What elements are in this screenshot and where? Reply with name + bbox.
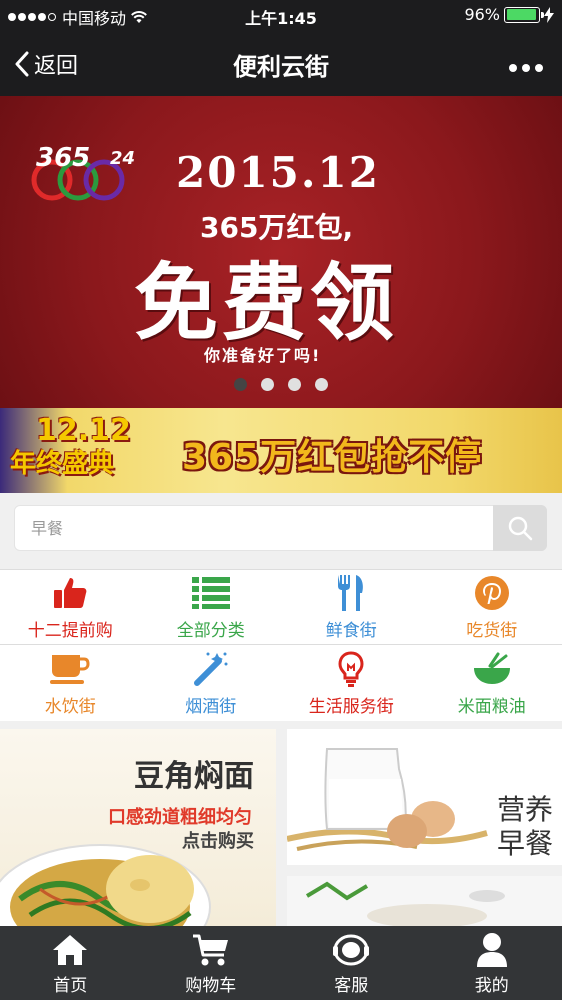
svg-text:24: 24 [110,148,135,169]
category-life-service[interactable]: 生活服务街 [281,645,422,721]
product-tile-breakfast[interactable]: 营养 早餐 [287,729,562,865]
promo-slogan: 365万红包抢不停 [182,437,483,478]
category-grid: 十二提前购 全部分类 鲜食街 吃货街 水饮街 烟酒街 生活服务街 米面粮油 [0,569,562,721]
category-label: 鲜食街 [325,620,377,641]
carousel-pager[interactable] [234,378,328,391]
banner-tagline: 你准备好了吗! [204,346,322,365]
promo-banner[interactable]: 12.12 年终盛典 365万红包抢不停 [0,408,562,493]
banner-carousel[interactable]: 365 24 2015.12 365万红包, 免费领 你准备好了吗! [0,96,562,408]
list-icon [191,574,231,612]
category-row: 水饮街 烟酒街 生活服务街 米面粮油 [0,645,562,721]
lightbulb-icon [331,650,371,688]
category-label: 烟酒街 [185,696,237,717]
tab-mine[interactable]: 我的 [422,926,562,1000]
brand-logo: 365 24 [31,144,135,201]
search-area [0,493,562,569]
tab-label: 我的 [474,975,509,996]
user-icon [472,931,512,969]
category-label: 水饮街 [44,696,96,717]
promo-event-label: 年终盛典 [10,449,115,479]
pager-dot[interactable] [234,378,247,391]
noodles-title: 豆角焖面 [134,759,254,794]
category-label: 十二提前购 [27,620,113,641]
noodles-cta: 点击购买 [182,831,254,852]
category-drinks[interactable]: 水饮街 [0,645,141,721]
tab-cart[interactable]: 购物车 [141,926,282,1000]
category-tobacco-wine[interactable]: 烟酒街 [141,645,282,721]
home-icon [50,931,90,969]
battery-icon [504,6,544,23]
category-label: 全部分类 [176,620,245,641]
tab-home[interactable]: 首页 [0,926,141,1000]
status-right: 96% [464,5,554,24]
bowl-icon [472,650,512,688]
promo-event: 12.12 年终盛典 [10,414,131,480]
more-dots-icon [509,64,543,72]
fork-knife-icon [331,574,371,612]
charging-bolt-icon [544,6,554,23]
category-label: 米面粮油 [457,696,526,717]
magic-wand-icon [191,650,231,688]
breakfast-title: 营养 早餐 [493,793,558,861]
svg-text:365: 365 [36,144,90,173]
product-tile-noodles[interactable]: 豆角焖面 口感劲道粗细均匀 点击购买 [0,729,276,929]
status-bar: 中国移动 上午1:45 96% [0,0,562,30]
pager-dot[interactable] [288,378,301,391]
product-tiles: 豆角焖面 口感劲道粗细均匀 点击购买 营养 早餐 [0,721,562,936]
battery-percent: 96% [464,5,500,24]
pager-dot[interactable] [315,378,328,391]
category-fresh[interactable]: 鲜食街 [281,570,422,644]
category-grain-oil[interactable]: 米面粮油 [422,645,562,721]
thumbs-up-icon [50,574,90,612]
category-foodie[interactable]: 吃货街 [422,570,562,644]
nav-bar: 返回 便利云街 [0,30,562,96]
category-row: 十二提前购 全部分类 鲜食街 吃货街 [0,569,562,645]
search-box [14,505,547,551]
banner-headline: 免费领 [134,254,399,352]
search-icon [508,516,533,541]
category-early-buy[interactable]: 十二提前购 [0,570,141,644]
coffee-cup-icon [50,650,90,688]
more-button[interactable] [508,50,544,80]
tab-label: 购物车 [185,975,237,996]
tab-bar: 首页 购物车 客服 我的 [0,926,562,1000]
search-input[interactable] [31,506,491,550]
tab-service[interactable]: 客服 [281,926,422,1000]
headset-icon [331,931,371,969]
category-all[interactable]: 全部分类 [141,570,282,644]
category-label: 吃货街 [466,620,518,641]
pager-dot[interactable] [261,378,274,391]
promo-date: 12.12 [36,413,131,448]
noodles-desc: 口感劲道粗细均匀 [108,807,252,828]
cart-icon [191,931,231,969]
tab-label: 客服 [334,975,369,996]
tab-label: 首页 [53,975,88,996]
page-title: 便利云街 [233,53,329,81]
pinterest-icon [472,574,512,612]
banner-date: 2015.12 [176,148,380,197]
category-label: 生活服务街 [308,696,394,717]
search-button[interactable] [493,505,547,551]
